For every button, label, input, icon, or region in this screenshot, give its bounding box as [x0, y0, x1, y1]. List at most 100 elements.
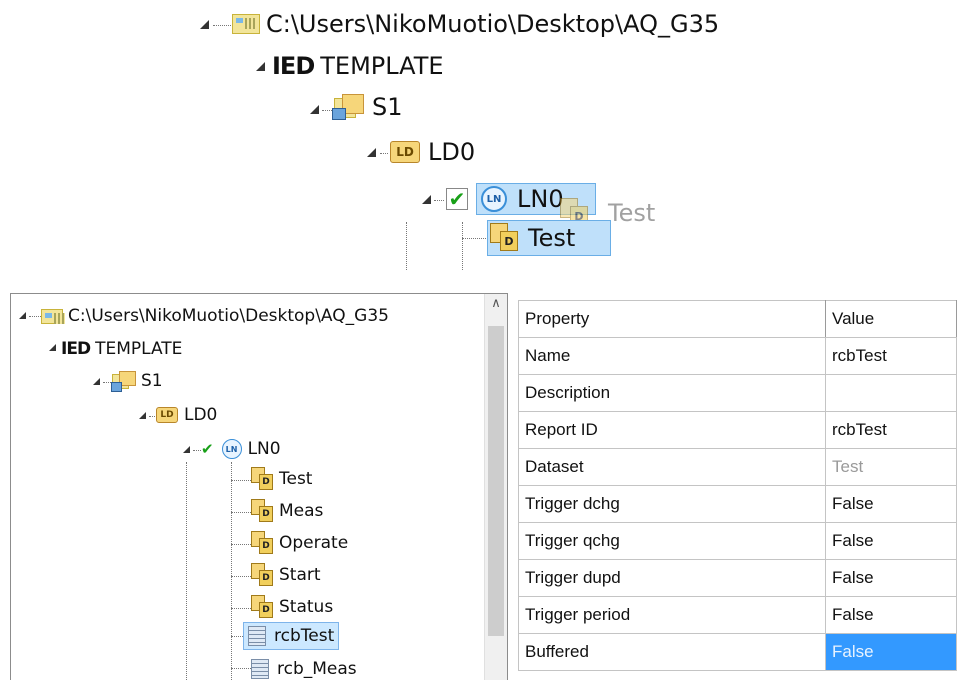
tree-connector: [406, 222, 407, 270]
dataset-icon: D: [251, 467, 275, 491]
tree-connector: [434, 200, 444, 201]
tree-node-ied[interactable]: IED TEMPLATE: [272, 52, 444, 80]
grid-header: Property Value: [518, 300, 957, 338]
server-label: S1: [141, 371, 163, 391]
property-name: Trigger period: [518, 596, 826, 634]
property-name: Trigger dupd: [518, 559, 826, 597]
grid-row[interactable]: Trigger period False: [518, 596, 957, 634]
property-value[interactable]: [825, 374, 957, 412]
list-item-dataset[interactable]: D Test: [251, 466, 312, 492]
tree-node-server[interactable]: S1: [111, 368, 163, 394]
report-label: rcb_Meas: [277, 659, 357, 679]
root-path-label: C:\Users\NikoMuotio\Desktop\AQ_G35: [68, 306, 389, 326]
ln-label: LN0: [247, 439, 281, 459]
checkbox-icon[interactable]: ✔: [201, 440, 214, 458]
ln-icon: LN: [481, 186, 507, 212]
list-item-report[interactable]: rcb_Meas: [251, 656, 357, 680]
ld-icon: LD: [390, 141, 420, 163]
property-name: Report ID: [518, 411, 826, 449]
tree-node-ln[interactable]: ✔ LN LN0: [201, 436, 281, 462]
dataset-label: Test: [528, 224, 576, 252]
checkbox-icon[interactable]: ✔: [446, 187, 468, 211]
ied-icon: IED: [61, 339, 91, 359]
list-item-dataset[interactable]: D Status: [251, 594, 333, 620]
property-value[interactable]: False: [825, 596, 957, 634]
expand-arrow-icon[interactable]: [19, 312, 26, 319]
grid-row[interactable]: Name rcbTest: [518, 337, 957, 375]
drag-ghost-label: Test: [608, 199, 656, 227]
property-value[interactable]: False: [825, 522, 957, 560]
server-label: S1: [372, 93, 403, 121]
property-value[interactable]: rcbTest: [825, 337, 957, 375]
tree-panel[interactable]: C:\Users\NikoMuotio\Desktop\AQ_G35 IED T…: [10, 293, 508, 680]
property-value[interactable]: rcbTest: [825, 411, 957, 449]
server-icon: [111, 371, 136, 392]
property-value: Test: [825, 448, 957, 486]
property-name: Name: [518, 337, 826, 375]
ld-icon: LD: [156, 407, 178, 423]
project-file-icon: [41, 308, 65, 324]
dataset-icon: D: [251, 499, 275, 523]
ied-label: TEMPLATE: [95, 339, 183, 359]
tree-connector: [322, 110, 332, 111]
grid-row[interactable]: Trigger dupd False: [518, 559, 957, 597]
root-path-label: C:\Users\NikoMuotio\Desktop\AQ_G35: [266, 10, 720, 38]
project-file-icon: [232, 14, 260, 34]
grid-row[interactable]: Dataset Test: [518, 448, 957, 486]
tree-node-ied[interactable]: IED TEMPLATE: [61, 336, 182, 362]
grid-row[interactable]: Description: [518, 374, 957, 412]
tree-node-root[interactable]: C:\Users\NikoMuotio\Desktop\AQ_G35: [232, 10, 719, 38]
scroll-up-icon[interactable]: ∧: [485, 296, 507, 311]
dataset-label: Status: [279, 597, 334, 617]
expand-arrow-icon[interactable]: [139, 412, 146, 419]
tree-connector: [186, 462, 187, 680]
expand-arrow-icon[interactable]: [183, 446, 190, 453]
dataset-icon: D: [251, 531, 275, 555]
property-grid[interactable]: Property Value Name rcbTest Description …: [518, 300, 957, 680]
tree-connector: [462, 238, 488, 239]
tree-connector: [231, 462, 232, 680]
list-item-report-selected[interactable]: rcbTest: [243, 622, 340, 650]
property-value[interactable]: False: [825, 485, 957, 523]
ld-label: LD0: [184, 405, 218, 425]
vertical-scrollbar[interactable]: ∧: [484, 294, 507, 680]
tree-node-root[interactable]: C:\Users\NikoMuotio\Desktop\AQ_G35: [41, 303, 389, 329]
expand-arrow-icon[interactable]: [93, 378, 100, 385]
dataset-label: Meas: [279, 501, 324, 521]
ied-icon: IED: [272, 52, 315, 80]
grid-row[interactable]: Trigger qchg False: [518, 522, 957, 560]
expand-arrow-icon[interactable]: [310, 105, 319, 114]
scrollbar-thumb[interactable]: [488, 326, 504, 636]
list-item-dataset[interactable]: D Meas: [251, 498, 323, 524]
header-property[interactable]: Property: [518, 300, 826, 338]
property-name: Trigger dchg: [518, 485, 826, 523]
expand-arrow-icon[interactable]: [49, 344, 56, 351]
property-value-selected[interactable]: False: [825, 633, 957, 671]
expand-arrow-icon[interactable]: [256, 62, 265, 71]
grid-row[interactable]: Report ID rcbTest: [518, 411, 957, 449]
list-item-dataset[interactable]: D Operate: [251, 530, 348, 556]
ied-label: TEMPLATE: [320, 52, 444, 80]
property-value[interactable]: False: [825, 559, 957, 597]
tree-connector: [462, 222, 463, 270]
grid-row-selected[interactable]: Buffered False: [518, 633, 957, 671]
expand-arrow-icon[interactable]: [422, 195, 431, 204]
tree-node-ld[interactable]: LD LD0: [156, 402, 217, 428]
server-icon: [332, 94, 364, 120]
expand-arrow-icon[interactable]: [200, 20, 209, 29]
ln-icon: LN: [221, 439, 242, 459]
tree-connector: [380, 153, 388, 154]
expand-arrow-icon[interactable]: [367, 148, 376, 157]
ld-label: LD0: [428, 138, 476, 166]
dataset-label: Operate: [279, 533, 349, 553]
tree-node-server[interactable]: S1: [332, 93, 403, 121]
dataset-label: Test: [279, 469, 313, 489]
grid-row[interactable]: Trigger dchg False: [518, 485, 957, 523]
list-item-dataset[interactable]: D Start: [251, 562, 321, 588]
zoomed-tree-view: C:\Users\NikoMuotio\Desktop\AQ_G35 IED T…: [0, 0, 957, 270]
tree-node-ld[interactable]: LD LD0: [390, 138, 475, 166]
dataset-icon: D: [251, 595, 275, 619]
dataset-icon: D: [490, 223, 520, 253]
tree-node-dataset-selected[interactable]: D Test: [487, 220, 611, 256]
header-value[interactable]: Value: [825, 300, 957, 338]
